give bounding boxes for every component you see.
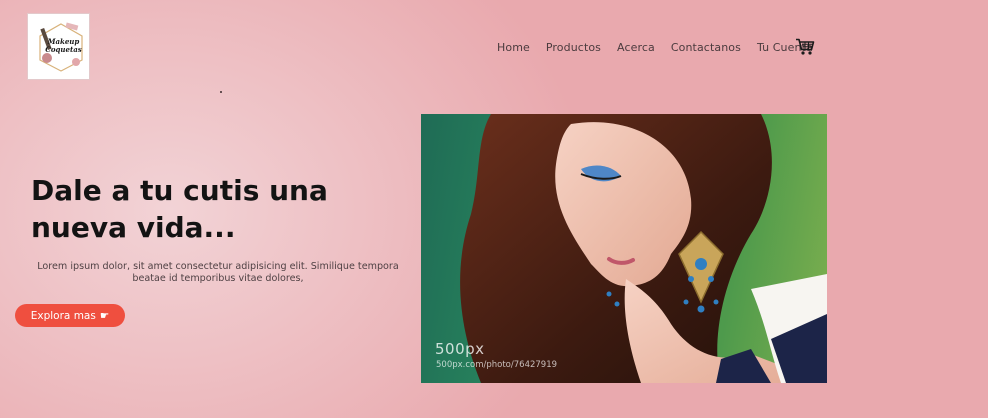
- logo-text-line2: Coquetas: [45, 45, 82, 54]
- main-nav: Home Productos Acerca Contactanos Tu Cue…: [497, 41, 829, 54]
- photo-watermark-url: 500px.com/photo/76427919: [436, 360, 558, 370]
- nav-link-home[interactable]: Home: [497, 41, 530, 54]
- pointing-hand-icon: ☛: [99, 309, 110, 322]
- nav-link-productos[interactable]: Productos: [546, 41, 601, 54]
- nav-link-contactanos[interactable]: Contactanos: [671, 41, 741, 54]
- photo-watermark: 500px: [435, 340, 485, 358]
- explore-more-label: Explora mas: [30, 309, 96, 322]
- brand-logo[interactable]: Makeup Coquetas: [27, 13, 90, 80]
- stray-dot: [220, 91, 222, 93]
- explore-more-button[interactable]: Explora mas ☛: [15, 304, 125, 327]
- hero-photo: 500px 500px.com/photo/76427919: [421, 114, 827, 383]
- hero-title: Dale a tu cutis una nueva vida...: [31, 174, 328, 244]
- cart-icon[interactable]: [795, 38, 815, 56]
- nav-link-acerca[interactable]: Acerca: [617, 41, 655, 54]
- hero-description: Lorem ipsum dolor, sit amet consectetur …: [37, 261, 399, 284]
